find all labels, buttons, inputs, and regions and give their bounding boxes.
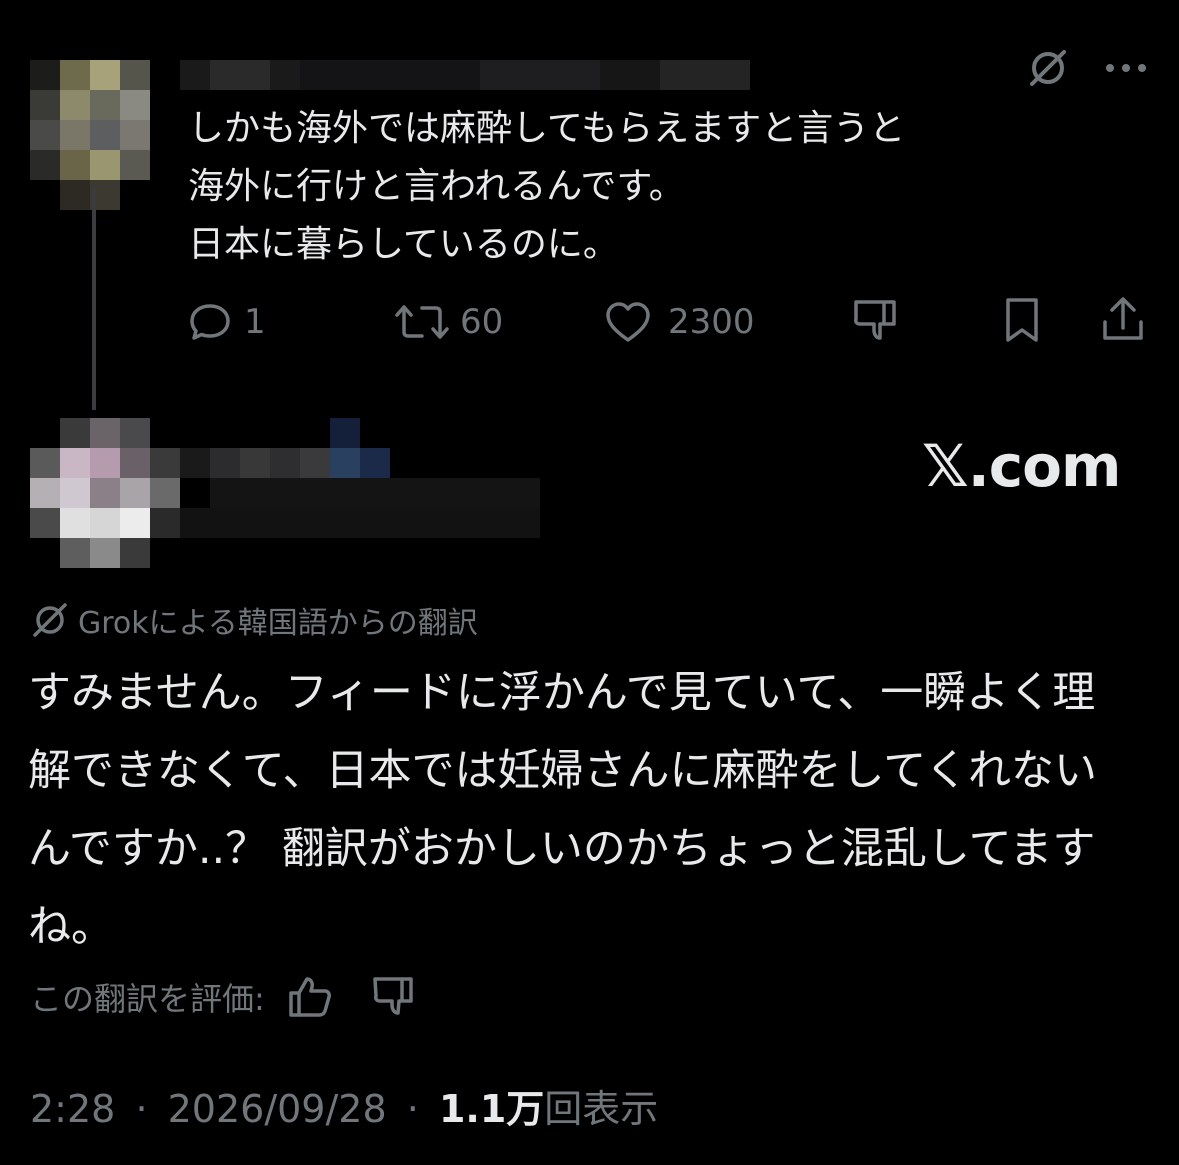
tweet-line: しかも海外では麻酔してもらえますと言うと [188, 108, 906, 149]
author-name-2[interactable] [180, 418, 580, 568]
tweet-time[interactable]: 2:28 [30, 1087, 115, 1131]
grok-icon[interactable] [1026, 46, 1070, 94]
avatar-1[interactable] [30, 60, 150, 210]
tweet-date[interactable]: 2026/09/28 [168, 1087, 387, 1131]
thumbs-up-icon[interactable] [287, 975, 333, 1019]
author-name-1[interactable] [180, 60, 780, 90]
repost-button[interactable]: 60 [394, 300, 503, 344]
view-count-label: 回表示 [544, 1087, 659, 1131]
like-button[interactable]: 2300 [604, 300, 755, 344]
translated-text: すみません。フィードに浮かんで見ていて、一瞬よく理解できなくて、日本では妊婦さん… [28, 668, 1097, 952]
xcom-watermark: 𝕏.com [922, 432, 1121, 500]
thread-connector [92, 188, 96, 410]
separator: · [135, 1087, 148, 1131]
separator: · [406, 1087, 419, 1131]
tweet-line: 日本に暮らしているのに。 [188, 224, 619, 265]
reply-button[interactable]: 1 [188, 300, 266, 344]
bookmark-icon[interactable] [1002, 296, 1042, 348]
rate-label: この翻訳を評価: [30, 980, 265, 1018]
dislike-icon[interactable] [850, 296, 900, 348]
like-count: 2300 [668, 302, 755, 342]
rate-translation: この翻訳を評価: [30, 974, 417, 1020]
tweet-line: 海外に行けと言われるんです。 [188, 166, 685, 207]
like-icon [606, 302, 650, 342]
repost-icon [395, 305, 449, 339]
thumbs-down-icon[interactable] [371, 975, 417, 1019]
tweet-meta: 2:28 · 2026/09/28 · 1.1万回表示 [30, 1078, 658, 1133]
translation-header: Grokによる韓国語からの翻訳 [30, 598, 478, 642]
grok-icon [33, 603, 67, 637]
reply-count: 1 [244, 302, 266, 342]
tweet-text-1: しかも海外では麻酔してもらえますと言うと 海外に行けと言われるんです。 日本に暮らし… [188, 100, 905, 274]
reply-icon [190, 304, 230, 340]
more-icon[interactable] [1104, 60, 1148, 80]
view-count[interactable]: 1.1万 [439, 1087, 544, 1131]
repost-count: 60 [460, 302, 504, 342]
avatar-2[interactable] [30, 418, 180, 568]
share-icon[interactable] [1100, 296, 1146, 348]
translation-header-label: Grokによる韓国語からの翻訳 [78, 606, 478, 641]
